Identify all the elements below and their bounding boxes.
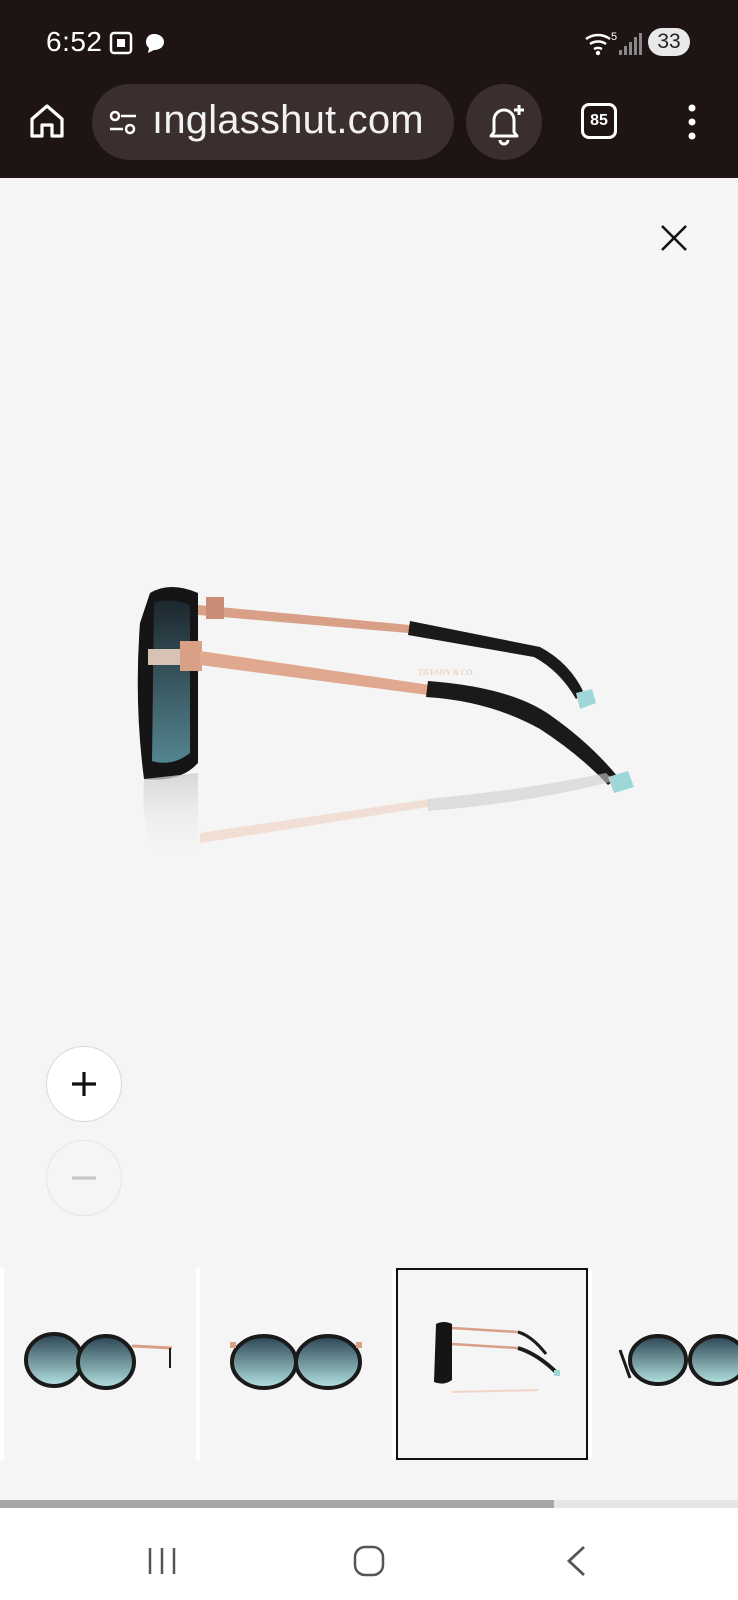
zoom-out-button[interactable]: [46, 1140, 122, 1216]
gallery-scrollbar[interactable]: [0, 1500, 738, 1508]
svg-text:TIFFANY & CO.: TIFFANY & CO.: [418, 668, 474, 677]
browser-toolbar: ınglasshut.com 85: [0, 84, 738, 162]
zoom-in-button[interactable]: [46, 1046, 122, 1122]
thumbnail-side[interactable]: [396, 1268, 588, 1460]
status-bar: 6:52 5 33: [0, 0, 738, 82]
message-bubble-icon: [141, 30, 167, 61]
status-time: 6:52: [46, 26, 103, 57]
thumbnail-three-quarter-left[interactable]: [4, 1268, 196, 1460]
thumbnail-strip[interactable]: [0, 1268, 738, 1460]
site-settings-icon[interactable]: [106, 106, 140, 140]
home-icon: [30, 104, 64, 138]
gallery-scrollbar-thumb[interactable]: [0, 1500, 554, 1508]
signal-icon: [618, 32, 642, 61]
minus-icon: [72, 1176, 96, 1180]
notification-subscribe-button[interactable]: [466, 84, 542, 160]
tab-switcher-button[interactable]: 85: [581, 103, 617, 139]
system-home-button[interactable]: [352, 1544, 386, 1578]
thumbnail-front[interactable]: [200, 1268, 392, 1460]
product-image-sunglasses-side: TIFFANY & CO.: [137, 587, 634, 863]
home-button[interactable]: [24, 98, 70, 144]
plus-icon: [72, 1072, 96, 1096]
system-back-button[interactable]: [564, 1544, 588, 1578]
url-text[interactable]: ınglasshut.com: [152, 98, 424, 143]
close-viewer-button[interactable]: [656, 220, 692, 256]
more-options-button[interactable]: [680, 102, 704, 142]
back-chevron-icon: [566, 1545, 585, 1577]
bell-plus-icon: [489, 105, 524, 146]
screenshot-icon: [108, 30, 134, 61]
browser-chrome: 6:52 5 33 ınglasshut.com 85: [0, 0, 738, 178]
close-icon: [661, 225, 687, 251]
recent-apps-button[interactable]: [146, 1546, 178, 1576]
home-circle-icon: [353, 1545, 385, 1577]
kebab-menu-icon: [688, 104, 696, 140]
wifi-icon: 5: [584, 30, 618, 61]
thumbnail-three-quarter-right[interactable]: [592, 1268, 738, 1460]
recent-apps-icon: [148, 1548, 176, 1574]
svg-text:5: 5: [611, 31, 617, 43]
product-image-viewer[interactable]: TIFFANY & CO.: [0, 178, 738, 1268]
battery-indicator: 33: [648, 28, 690, 56]
address-bar[interactable]: ınglasshut.com: [92, 84, 454, 160]
system-navigation-bar: [0, 1508, 738, 1600]
